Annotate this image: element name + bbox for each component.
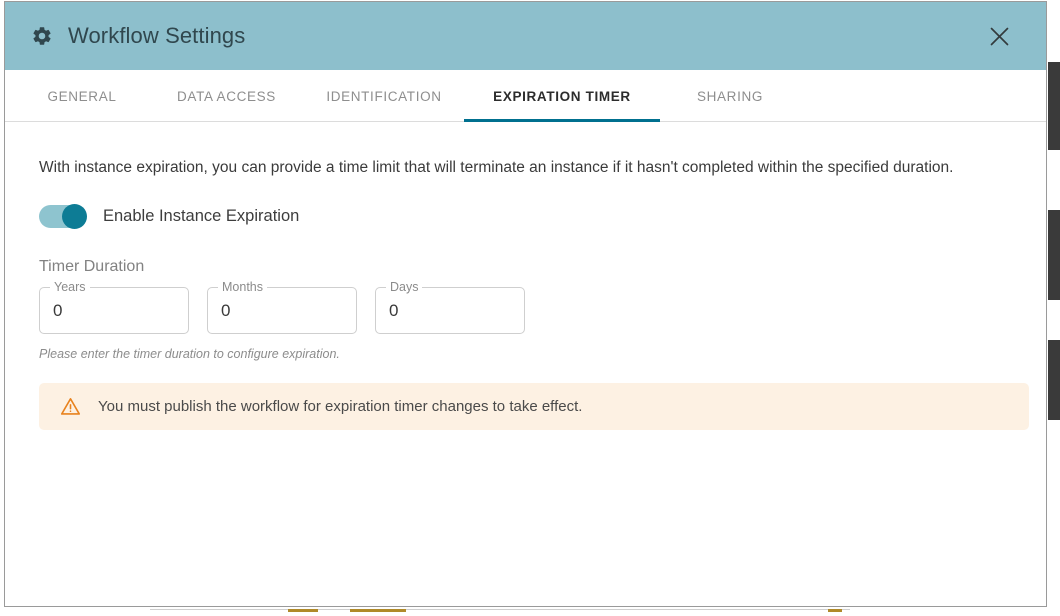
backdrop-tick-3 [828,609,842,612]
tab-data-access[interactable]: DATA ACCESS [149,70,304,122]
expiration-description: With instance expiration, you can provid… [39,155,1011,180]
timer-duration-fields: Years Months Days [39,287,1012,334]
tab-identification[interactable]: IDENTIFICATION [304,70,464,122]
dialog-title: Workflow Settings [68,23,245,49]
timer-duration-label: Timer Duration [39,258,1012,276]
toggle-knob [62,204,87,229]
tab-label: EXPIRATION TIMER [493,89,631,104]
dialog-header: Workflow Settings [5,2,1046,70]
backdrop-gap-a [1048,0,1060,62]
days-field: Days [375,287,525,334]
years-input[interactable] [39,287,189,334]
enable-instance-expiration-label: Enable Instance Expiration [103,207,299,226]
backdrop-bottom-divider [150,609,850,610]
warning-triangle-icon [60,396,81,417]
tab-label: DATA ACCESS [177,89,276,104]
tab-expiration-timer[interactable]: EXPIRATION TIMER [464,70,660,122]
days-input[interactable] [375,287,525,334]
timer-duration-helper-text: Please enter the timer duration to confi… [39,347,1012,361]
workflow-settings-dialog: Workflow Settings GENERAL DATA ACCESS ID… [4,1,1047,607]
backdrop-gap-b [1048,150,1060,210]
publish-warning-message: You must publish the workflow for expira… [98,398,582,415]
settings-tab-bar: GENERAL DATA ACCESS IDENTIFICATION EXPIR… [5,70,1046,122]
tab-label: GENERAL [47,89,116,104]
tab-general[interactable]: GENERAL [15,70,149,122]
months-input[interactable] [207,287,357,334]
close-button[interactable] [982,19,1016,53]
backdrop-tick-1 [288,609,318,612]
backdrop-tick-2 [350,609,406,612]
tab-label: IDENTIFICATION [326,89,441,104]
tab-sharing[interactable]: SHARING [660,70,800,122]
dialog-body: With instance expiration, you can provid… [5,122,1046,606]
tab-label: SHARING [697,89,763,104]
backdrop-gap-c [1048,300,1060,340]
gear-icon [31,25,53,47]
years-field: Years [39,287,189,334]
enable-expiration-row: Enable Instance Expiration [39,205,1012,228]
backdrop-gap-d [1048,420,1060,616]
months-field: Months [207,287,357,334]
close-icon [990,27,1009,46]
publish-warning-alert: You must publish the workflow for expira… [39,383,1029,430]
enable-instance-expiration-toggle[interactable] [39,205,86,228]
